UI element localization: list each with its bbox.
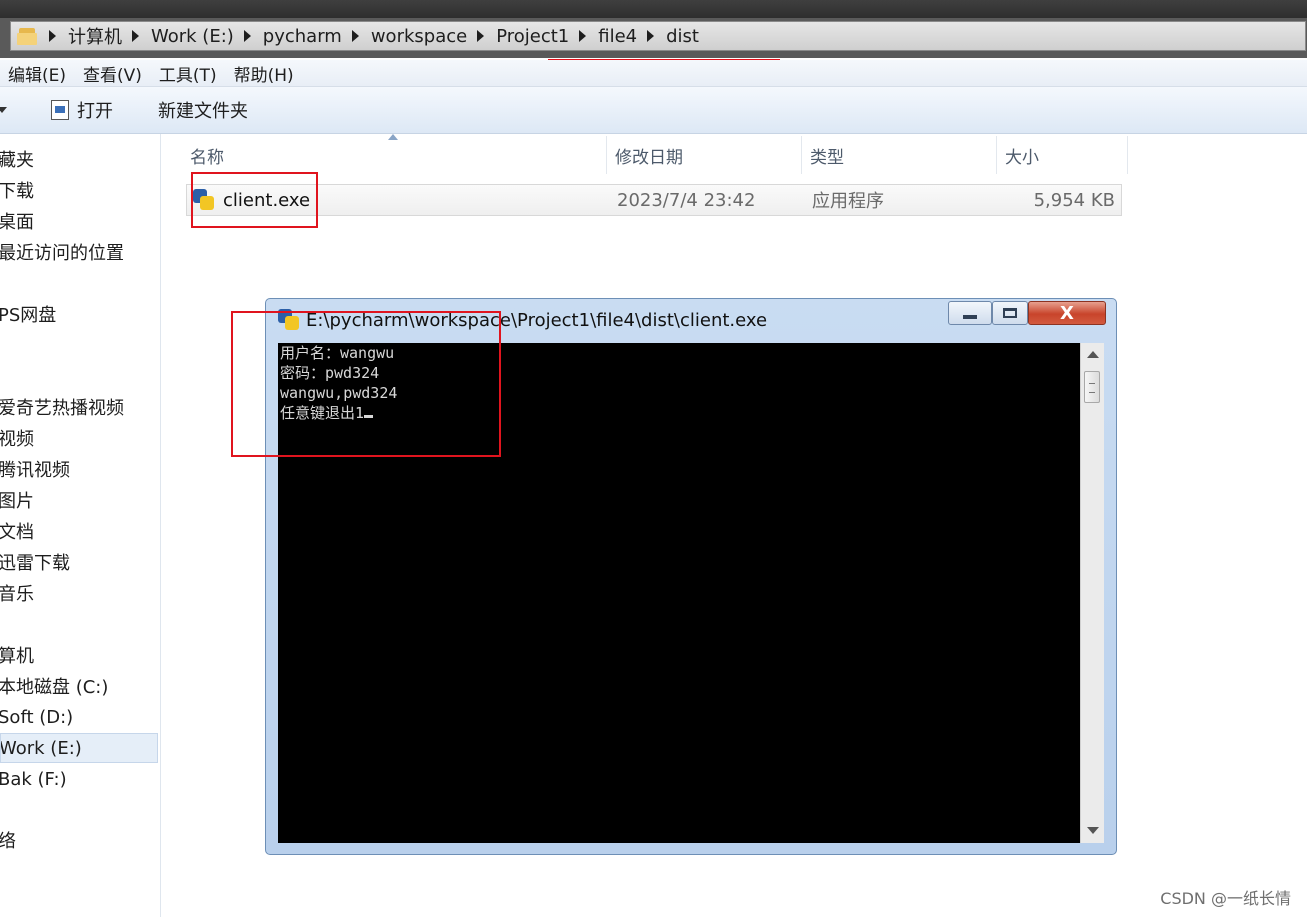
breadcrumb-file4[interactable]: file4 bbox=[569, 26, 637, 47]
nav-drive-e[interactable]: Work (E:) bbox=[0, 733, 158, 763]
open-button[interactable]: 打开 bbox=[51, 97, 113, 123]
open-label: 打开 bbox=[77, 101, 113, 122]
scroll-up-icon[interactable] bbox=[1087, 351, 1099, 358]
nav-label: 藏夹 bbox=[0, 150, 34, 171]
breadcrumb-pycharm[interactable]: pycharm bbox=[234, 26, 342, 47]
breadcrumb-label: Work (E:) bbox=[151, 25, 234, 47]
menu-tools[interactable]: 工具(T) bbox=[159, 61, 217, 86]
folder-icon bbox=[17, 26, 39, 46]
nav-network[interactable]: 络 bbox=[0, 825, 158, 855]
nav-label: 音乐 bbox=[0, 584, 34, 605]
breadcrumb-label: pycharm bbox=[262, 25, 342, 47]
nav-label: 文档 bbox=[0, 522, 34, 543]
file-type: 应用程序 bbox=[812, 191, 884, 212]
organize-dropdown-icon[interactable] bbox=[0, 107, 7, 113]
menu-view[interactable]: 查看(V) bbox=[83, 61, 142, 86]
nav-label: 算机 bbox=[0, 646, 34, 667]
scroll-down-icon[interactable] bbox=[1087, 827, 1099, 834]
close-button[interactable]: X bbox=[1028, 301, 1106, 325]
nav-label: 最近访问的位置 bbox=[0, 243, 124, 264]
open-icon bbox=[51, 100, 69, 120]
nav-label: 下载 bbox=[0, 181, 34, 202]
maximize-button[interactable] bbox=[992, 301, 1028, 325]
nav-label: Bak (F:) bbox=[0, 768, 67, 790]
nav-drive-c[interactable]: 本地磁盘 (C:) bbox=[0, 671, 158, 701]
nav-label: 图片 bbox=[0, 491, 34, 512]
breadcrumb-dist[interactable]: dist bbox=[637, 26, 699, 47]
nav-thunder-downloads[interactable]: 迅雷下载 bbox=[0, 547, 158, 577]
nav-label: 迅雷下载 bbox=[0, 553, 70, 574]
nav-pictures[interactable]: 图片 bbox=[0, 485, 158, 515]
nav-downloads[interactable]: 下载 bbox=[0, 175, 158, 205]
watermark: CSDN @一纸长情 bbox=[1160, 889, 1291, 908]
menu-edit[interactable]: 编辑(E) bbox=[8, 61, 66, 86]
highlight-box-output bbox=[231, 311, 501, 457]
breadcrumb-label: Project1 bbox=[496, 25, 570, 47]
nav-label: Soft (D:) bbox=[0, 706, 74, 728]
navigation-pane: 藏夹 下载 桌面 最近访问的位置 PS网盘 爱奇艺热播视频 视频 腾讯视频 图片… bbox=[0, 134, 161, 917]
nav-label: 腾讯视频 bbox=[0, 460, 70, 481]
window-top-strip bbox=[0, 0, 1307, 20]
nav-drive-d[interactable]: Soft (D:) bbox=[0, 702, 158, 732]
nav-label: 视频 bbox=[0, 429, 34, 450]
column-headers: 名称 修改日期 类型 大小 bbox=[162, 136, 1128, 174]
nav-recent-places[interactable]: 最近访问的位置 bbox=[0, 237, 158, 267]
breadcrumb-label: 计算机 bbox=[68, 27, 122, 48]
new-folder-button[interactable]: 新建文件夹 bbox=[158, 97, 248, 123]
file-modified: 2023/7/4 23:42 bbox=[617, 189, 756, 211]
file-size: 5,954 KB bbox=[1033, 189, 1115, 211]
breadcrumb-computer[interactable]: 计算机 bbox=[39, 23, 122, 49]
column-type[interactable]: 类型 bbox=[802, 136, 997, 174]
breadcrumb-label: workspace bbox=[370, 25, 468, 47]
nav-label: 爱奇艺热播视频 bbox=[0, 398, 124, 419]
nav-tencent-videos[interactable]: 腾讯视频 bbox=[0, 454, 158, 484]
menu-bar: 编辑(E) 查看(V) 工具(T) 帮助(H) bbox=[0, 60, 1307, 87]
address-bar: 计算机 Work (E:) pycharm workspace Project1… bbox=[0, 18, 1307, 58]
menu-help[interactable]: 帮助(H) bbox=[234, 61, 294, 86]
nav-favorites[interactable]: 藏夹 bbox=[0, 144, 158, 174]
nav-label: 桌面 bbox=[0, 212, 34, 233]
column-modified[interactable]: 修改日期 bbox=[607, 136, 802, 174]
breadcrumb-project1[interactable]: Project1 bbox=[467, 26, 569, 47]
breadcrumb-label: file4 bbox=[598, 25, 638, 47]
console-scrollbar[interactable] bbox=[1080, 343, 1104, 843]
nav-wps-drive[interactable]: PS网盘 bbox=[0, 299, 158, 329]
nav-label: PS网盘 bbox=[0, 305, 57, 326]
nav-label: Work (E:) bbox=[0, 737, 82, 759]
column-size[interactable]: 大小 bbox=[997, 136, 1128, 174]
nav-drive-f[interactable]: Bak (F:) bbox=[0, 764, 158, 794]
file-row[interactable]: client.exe 2023/7/4 23:42 应用程序 5,954 KB bbox=[186, 184, 1122, 216]
column-name[interactable]: 名称 bbox=[162, 136, 607, 174]
nav-iqiyi-videos[interactable]: 爱奇艺热播视频 bbox=[0, 392, 158, 422]
scroll-thumb[interactable] bbox=[1084, 371, 1100, 403]
highlight-box-file bbox=[191, 172, 318, 228]
nav-label: 本地磁盘 (C:) bbox=[0, 677, 109, 698]
close-icon: X bbox=[1060, 302, 1074, 324]
nav-computer[interactable]: 算机 bbox=[0, 640, 158, 670]
address-box[interactable]: 计算机 Work (E:) pycharm workspace Project1… bbox=[10, 21, 1306, 51]
nav-label: 络 bbox=[0, 831, 16, 852]
nav-music[interactable]: 音乐 bbox=[0, 578, 158, 608]
nav-documents[interactable]: 文档 bbox=[0, 516, 158, 546]
breadcrumb-work-drive[interactable]: Work (E:) bbox=[122, 26, 234, 47]
breadcrumb-workspace[interactable]: workspace bbox=[342, 26, 467, 47]
minimize-button[interactable] bbox=[948, 301, 992, 325]
toolbar: 打开 新建文件夹 bbox=[0, 87, 1307, 134]
nav-videos[interactable]: 视频 bbox=[0, 423, 158, 453]
nav-desktop[interactable]: 桌面 bbox=[0, 206, 158, 236]
breadcrumb-label: dist bbox=[666, 25, 699, 47]
